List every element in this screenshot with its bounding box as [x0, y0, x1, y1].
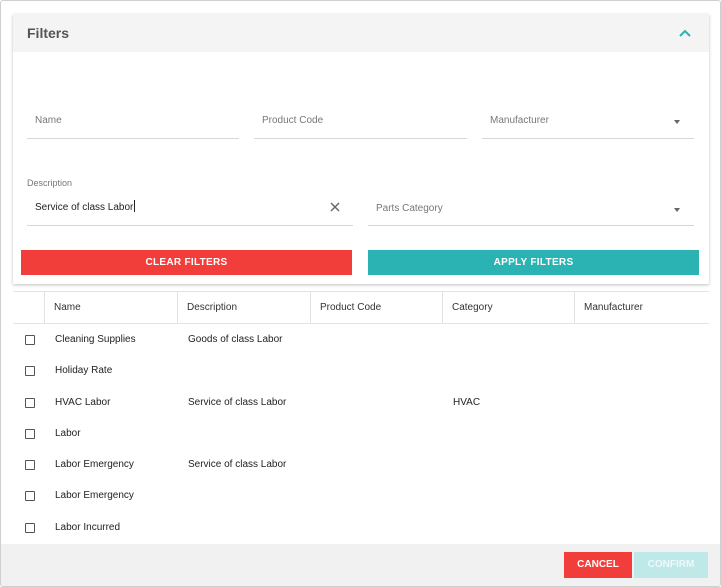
caret-down-icon[interactable]	[674, 120, 680, 124]
manufacturer-select[interactable]: Manufacturer	[482, 100, 694, 139]
checkbox-icon[interactable]	[25, 460, 35, 471]
cell-name: Cleaning Supplies	[55, 334, 136, 345]
parts-category-select[interactable]: Parts Category	[368, 199, 694, 226]
chevron-up-icon[interactable]	[677, 25, 693, 41]
filters-header[interactable]: Filters	[13, 14, 709, 52]
cell-name: Labor Emergency	[55, 490, 134, 502]
checkbox-icon[interactable]	[25, 522, 35, 533]
column-header-description[interactable]: Description	[177, 292, 310, 324]
column-header-product-code[interactable]: Product Code	[310, 292, 442, 324]
table-row[interactable]: Labor Emergency Service of class Labor	[13, 449, 709, 480]
parts-category-placeholder: Parts Category	[376, 203, 443, 214]
manufacturer-placeholder: Manufacturer	[490, 115, 549, 126]
checkbox-icon[interactable]	[25, 335, 35, 345]
product-code-placeholder: Product Code	[262, 115, 324, 126]
close-icon[interactable]	[329, 201, 341, 213]
column-header-category[interactable]: Category	[442, 292, 574, 324]
table-row[interactable]: Labor	[13, 418, 709, 449]
filters-title: Filters	[27, 25, 70, 41]
product-code-field[interactable]: Product Code	[254, 100, 467, 139]
table-row[interactable]: Labor Emergency	[13, 480, 709, 511]
name-field[interactable]: Name	[27, 100, 239, 139]
clear-filters-button[interactable]: CLEAR FILTERS	[21, 250, 352, 275]
description-label: Description	[27, 178, 73, 188]
cancel-button[interactable]: CANCEL	[564, 552, 632, 578]
checkbox-icon[interactable]	[25, 428, 35, 439]
table-row[interactable]: Labor Incurred	[13, 512, 709, 543]
table-header: Name Description Product Code Category M…	[13, 291, 709, 324]
table-row[interactable]: Cleaning Supplies Goods of class Labor	[13, 324, 709, 355]
cell-name: HVAC Labor	[55, 396, 111, 408]
description-value-text: Service of class Labor	[35, 202, 134, 213]
dialog-footer: CANCEL CONFIRM	[1, 544, 720, 586]
column-header-name[interactable]: Name	[44, 292, 177, 324]
checkbox-icon[interactable]	[25, 491, 35, 502]
text-caret	[134, 200, 136, 212]
column-header-manufacturer[interactable]: Manufacturer	[574, 292, 708, 324]
table-body: Cleaning Supplies Goods of class Labor H…	[13, 324, 709, 543]
cell-name: Labor Incurred	[55, 521, 121, 533]
cell-category: HVAC	[453, 396, 481, 408]
cell-description: Goods of class Labor	[188, 334, 283, 345]
checkbox-icon[interactable]	[25, 366, 35, 377]
cell-description: Service of class Labor	[188, 459, 287, 471]
table-row[interactable]: HVAC Labor Service of class Labor HVAC	[13, 387, 709, 418]
cell-description: Service of class Labor	[188, 396, 287, 408]
caret-down-icon[interactable]	[674, 208, 680, 212]
apply-filters-button[interactable]: APPLY FILTERS	[368, 250, 699, 275]
description-input-value[interactable]: Service of class Labor	[35, 200, 136, 213]
cell-name: Holiday Rate	[55, 365, 113, 377]
cell-name: Labor	[55, 427, 81, 439]
description-field[interactable]: Description Service of class Labor	[27, 178, 353, 226]
select-parts-dialog: Filters Name Product Code Manufacturer D…	[0, 0, 721, 587]
parts-table: Name Description Product Code Category M…	[13, 291, 709, 543]
table-row[interactable]: Holiday Rate	[13, 355, 709, 386]
name-placeholder: Name	[35, 115, 62, 126]
cell-name: Labor Emergency	[55, 459, 134, 471]
filters-panel: Filters Name Product Code Manufacturer D…	[13, 14, 709, 284]
checkbox-icon[interactable]	[25, 397, 35, 408]
confirm-button[interactable]: CONFIRM	[634, 552, 708, 578]
